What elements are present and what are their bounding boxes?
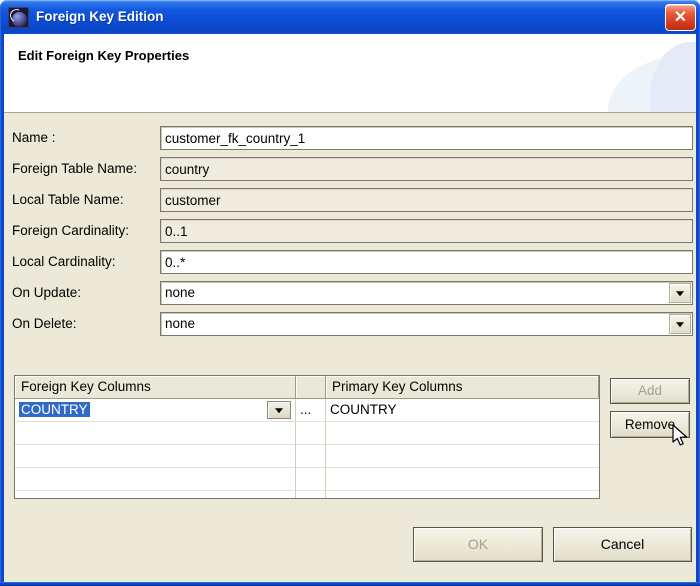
table-row-empty[interactable]	[15, 445, 599, 468]
primary-key-cell[interactable]: COUNTRY	[326, 399, 599, 422]
foreign-cardinality-label: Foreign Cardinality:	[12, 219, 129, 243]
table-header-row: Foreign Key Columns Primary Key Columns	[15, 376, 599, 399]
table-row[interactable]: COUNTRY ... COUNTRY	[15, 399, 599, 422]
foreign-key-edition-dialog: Foreign Key Edition ✕ Edit Foreign Key P…	[0, 0, 700, 586]
window-border-left	[0, 30, 4, 586]
form-row-foreign-cardinality: Foreign Cardinality:	[0, 219, 700, 243]
titlebar[interactable]: Foreign Key Edition ✕	[0, 0, 700, 34]
on-delete-dropdown-button[interactable]	[669, 314, 691, 334]
form-row-name: Name :	[0, 126, 700, 150]
header-decoration	[650, 42, 696, 113]
key-columns-table: Foreign Key Columns Primary Key Columns …	[14, 375, 600, 499]
window-border-bottom	[0, 582, 700, 586]
window-title: Foreign Key Edition	[36, 0, 164, 34]
cancel-button[interactable]: Cancel	[553, 527, 692, 562]
on-update-label: On Update:	[12, 281, 81, 305]
col-header-link[interactable]	[296, 376, 326, 399]
name-label: Name :	[12, 126, 56, 150]
on-delete-combo[interactable]: none	[160, 312, 693, 336]
chevron-down-icon	[676, 322, 684, 327]
on-update-combo[interactable]: none	[160, 281, 693, 305]
on-update-value: none	[165, 282, 195, 304]
foreign-key-cell-value[interactable]: COUNTRY	[19, 402, 90, 417]
dialog-header: Edit Foreign Key Properties	[4, 34, 696, 113]
on-delete-label: On Delete:	[12, 312, 77, 336]
close-icon[interactable]: ✕	[665, 4, 696, 31]
cell-dropdown-button[interactable]	[267, 401, 291, 419]
link-cell[interactable]: ...	[296, 399, 326, 422]
form-row-foreign-table: Foreign Table Name:	[0, 157, 700, 181]
on-update-dropdown-button[interactable]	[669, 283, 691, 303]
window-border-right	[696, 30, 700, 586]
local-cardinality-input[interactable]	[160, 250, 693, 274]
remove-button[interactable]: Remove	[610, 411, 690, 438]
foreign-table-name-field	[160, 157, 693, 181]
form-row-local-cardinality: Local Cardinality:	[0, 250, 700, 274]
chevron-down-icon	[275, 408, 283, 413]
eclipse-app-icon	[8, 7, 29, 28]
local-cardinality-label: Local Cardinality:	[12, 250, 116, 274]
table-row-empty[interactable]	[15, 491, 599, 499]
name-input[interactable]	[160, 126, 693, 150]
local-table-name-label: Local Table Name:	[12, 188, 124, 212]
foreign-key-cell[interactable]: COUNTRY	[15, 399, 296, 422]
add-button[interactable]: Add	[610, 378, 690, 404]
local-table-name-field	[160, 188, 693, 212]
table-row-empty[interactable]	[15, 422, 599, 445]
form-row-on-update: On Update: none	[0, 281, 700, 305]
col-header-foreign-key-columns[interactable]: Foreign Key Columns	[15, 376, 296, 399]
foreign-table-name-label: Foreign Table Name:	[12, 157, 137, 181]
form-row-on-delete: On Delete: none	[0, 312, 700, 336]
col-header-primary-key-columns[interactable]: Primary Key Columns	[326, 376, 599, 399]
chevron-down-icon	[676, 291, 684, 296]
foreign-cardinality-field	[160, 219, 693, 243]
on-delete-value: none	[165, 313, 195, 335]
ok-button[interactable]: OK	[413, 527, 543, 562]
table-row-empty[interactable]	[15, 468, 599, 491]
page-title: Edit Foreign Key Properties	[18, 48, 189, 63]
form-row-local-table: Local Table Name:	[0, 188, 700, 212]
